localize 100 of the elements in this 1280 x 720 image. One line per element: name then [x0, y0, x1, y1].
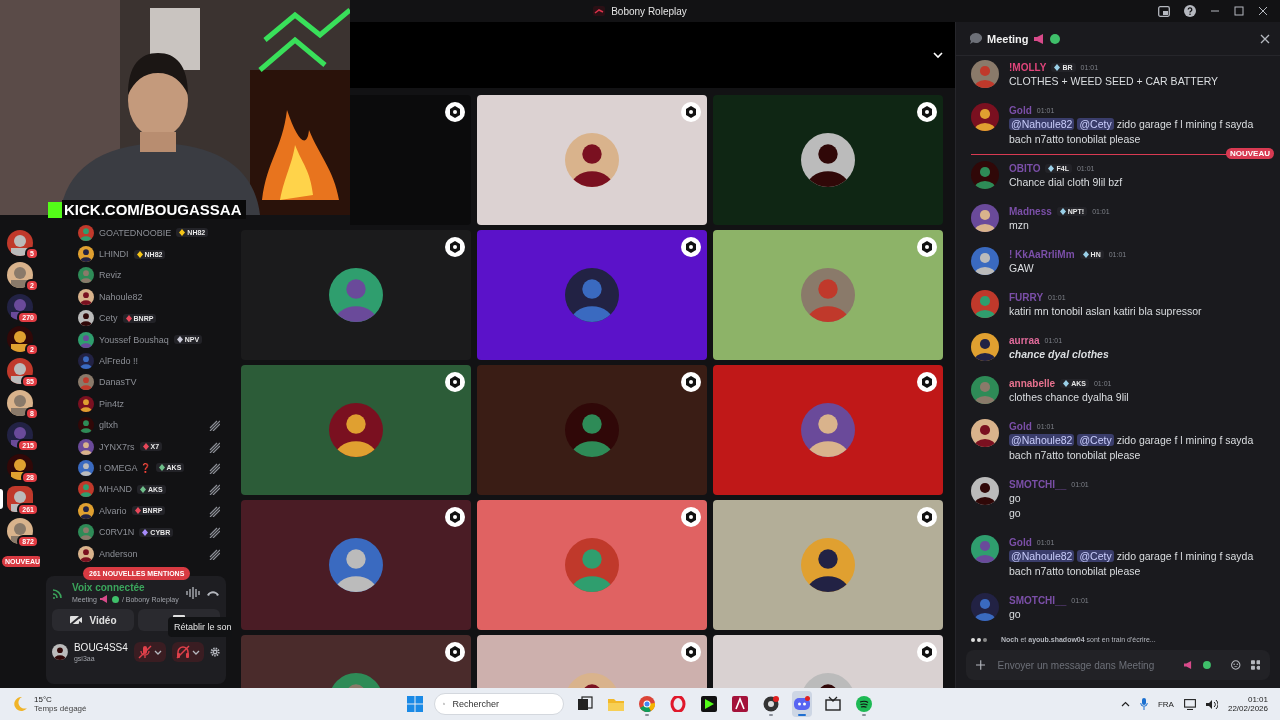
user-mention[interactable]: @Nahoule82 [1009, 434, 1075, 446]
member-name[interactable]: ! OMEGA ❓ [99, 463, 151, 473]
deafen-button[interactable] [171, 642, 204, 662]
message-text: bach n7atto tonobilat please [1009, 564, 1142, 579]
settings-icon[interactable] [209, 645, 220, 659]
member-name[interactable]: JYNX7rs [99, 441, 135, 452]
member-name[interactable]: Pin4tz [99, 398, 124, 409]
avatar [971, 376, 999, 404]
video-tile[interactable] [477, 365, 707, 495]
clock-date[interactable]: 22/02/2026 [1227, 704, 1268, 713]
avatar [78, 288, 94, 305]
message-input[interactable]: Envoyer un message dans Meeting [995, 658, 1175, 672]
video-tile[interactable] [477, 230, 707, 360]
typing-dots-icon [971, 637, 987, 642]
speaker-icon[interactable] [1205, 698, 1218, 710]
member-name[interactable]: LHINDI [99, 249, 129, 260]
message-text: @Nahoule82 @Cety zido garage f l mining f sayda [1009, 117, 1254, 132]
tag-icon [1059, 207, 1066, 215]
app-icon [731, 696, 748, 712]
status-dot-icon [1203, 660, 1212, 670]
message-text: bach n7atto tonobilat please [1009, 448, 1142, 463]
video-tile[interactable] [477, 95, 707, 225]
server-icon[interactable] [7, 230, 33, 256]
maximize-icon[interactable] [1234, 6, 1244, 16]
video-tile[interactable] [713, 500, 943, 630]
author-name[interactable]: aurraa [1009, 334, 1040, 346]
video-tile[interactable] [713, 95, 943, 225]
hang-up-icon[interactable] [206, 588, 220, 597]
folder-icon [607, 696, 624, 712]
video-tile[interactable] [350, 95, 471, 225]
server-icon[interactable] [7, 326, 33, 352]
avatar [78, 481, 94, 498]
avatar [971, 535, 999, 563]
server-icon[interactable] [7, 262, 33, 288]
close-icon[interactable] [1260, 33, 1270, 44]
member-name[interactable]: Cety [99, 313, 118, 324]
message-text: clothes chance dyalha 9lil [1009, 390, 1129, 405]
member-name[interactable]: C0RV1N [99, 527, 135, 538]
tooltip: Rétablir le son [168, 617, 232, 637]
inbox-icon[interactable] [1158, 5, 1170, 17]
member-name[interactable]: gltxh [99, 420, 118, 431]
chevron-down-icon[interactable] [933, 51, 943, 59]
server-icon[interactable] [7, 454, 33, 480]
message-composer[interactable]: Envoyer un message dans Meeting [966, 650, 1270, 680]
server-icon[interactable] [7, 390, 33, 416]
avatar [971, 290, 999, 318]
video-tile[interactable] [713, 230, 943, 360]
server-icon[interactable] [7, 486, 33, 512]
avatar [78, 524, 94, 541]
video-tile[interactable] [477, 500, 707, 630]
apps-icon[interactable] [1250, 659, 1260, 671]
video-tile[interactable] [713, 365, 943, 495]
member-name[interactable]: Reviz [99, 270, 122, 281]
video-tile[interactable] [241, 230, 471, 360]
author-name[interactable]: annabelle [1009, 377, 1056, 389]
message-text: Chance dial cloth 9lil bzf [1009, 175, 1123, 190]
search-bar[interactable]: Rechercher [433, 693, 564, 715]
soundwave-icon[interactable] [186, 586, 200, 599]
avatar [78, 460, 94, 476]
user-mention[interactable]: @Cety [1077, 118, 1114, 130]
chevron-up-icon[interactable] [1120, 701, 1130, 707]
user-mention[interactable]: @Cety [1077, 550, 1114, 562]
plus-icon[interactable] [976, 659, 986, 671]
server-icon[interactable] [7, 358, 33, 384]
help-icon[interactable] [1184, 5, 1196, 17]
start-icon[interactable] [406, 696, 423, 712]
tag-icon [1063, 379, 1070, 387]
author-name[interactable]: !MOLLY [1009, 61, 1047, 73]
weather-condition: Temps dégagé [34, 704, 87, 713]
video-tile[interactable] [241, 500, 471, 630]
server-icon [593, 6, 606, 16]
server-icon[interactable] [7, 294, 33, 320]
user-mention[interactable]: @Nahoule82 [1009, 550, 1075, 562]
member-name[interactable]: AlFredo !! [99, 356, 138, 367]
member-name[interactable]: MHAND [99, 484, 132, 495]
clock-time[interactable]: 01:01 [1247, 695, 1268, 704]
close-icon[interactable] [1258, 6, 1268, 16]
mute-button[interactable] [133, 642, 166, 662]
member-name[interactable]: Alvario [99, 505, 127, 516]
avatar [78, 331, 94, 348]
video-button[interactable]: Vidéo [52, 609, 134, 631]
avatar [971, 593, 999, 621]
message-text: @Nahoule82 @Cety zido garage f l mining f sayda [1009, 433, 1254, 448]
avatar [971, 247, 999, 275]
emoji-icon[interactable] [1231, 659, 1241, 671]
voice-status: Voix connectée [72, 582, 146, 593]
search-field[interactable]: Rechercher [450, 698, 555, 710]
monitor-icon[interactable] [1183, 698, 1196, 710]
member-name[interactable]: Nahoule82 [99, 291, 143, 302]
member-name[interactable]: GOATEDNOOBIE [99, 227, 172, 238]
server-icon[interactable] [7, 518, 33, 544]
member-name[interactable]: DanasTV [99, 377, 137, 388]
language-indicator[interactable]: FRA [1157, 699, 1174, 709]
user-mention[interactable]: @Cety [1077, 434, 1114, 446]
member-name[interactable]: Anderson [99, 548, 138, 559]
microphone-icon[interactable] [1139, 698, 1148, 710]
video-tile[interactable] [241, 365, 471, 495]
member-name[interactable]: Youssef Boushaq [99, 334, 169, 345]
camera-off-icon [69, 614, 84, 626]
user-mention[interactable]: @Nahoule82 [1009, 118, 1075, 130]
